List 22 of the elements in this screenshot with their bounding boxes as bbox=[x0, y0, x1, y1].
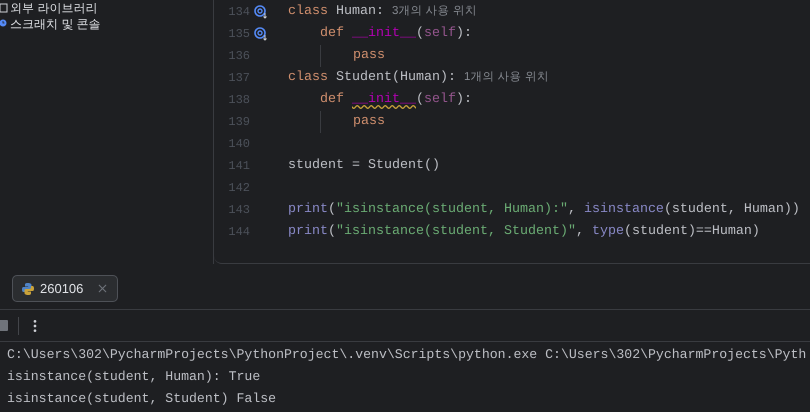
code-line: class Student(Human): bbox=[288, 69, 456, 87]
python-icon bbox=[21, 282, 35, 296]
console-line: isinstance(student, Student) False bbox=[6, 390, 276, 408]
library-icon bbox=[0, 3, 8, 13]
code-line: pass bbox=[320, 111, 385, 133]
code-line: student = Student() bbox=[288, 157, 440, 175]
console-line: isinstance(student, Human): True bbox=[6, 368, 260, 386]
code-line: pass bbox=[320, 45, 385, 67]
project-tree-item[interactable]: 스크래치 및 콘솔 bbox=[0, 16, 213, 32]
run-tab[interactable]: 260106 bbox=[12, 275, 118, 302]
code-line: def __init__(self): bbox=[319, 25, 472, 43]
override-marker-icon[interactable] bbox=[254, 27, 268, 41]
usage-hint[interactable]: 1개의 사용 위치 bbox=[464, 69, 549, 87]
override-marker-icon[interactable] bbox=[254, 5, 268, 19]
console-line: C:\Users\302\PycharmProjects\PythonProject\.venv\Scripts\python.exe C:\Users\302\PycharmProjects\Pyth bbox=[6, 346, 806, 364]
code-line: def __init__(self): bbox=[319, 91, 472, 109]
usage-hint[interactable]: 3개의 사용 위치 bbox=[392, 3, 477, 21]
project-tree-item[interactable]: 외부 라이브러리 bbox=[0, 0, 213, 16]
code-line: print("isinstance(student, Human):", isinstance(student, Human)) bbox=[288, 201, 800, 219]
code-line: class Human: bbox=[288, 3, 384, 21]
code-line: print("isinstance(student, Student)", type(student)==Human) bbox=[288, 223, 760, 241]
close-icon[interactable] bbox=[96, 282, 110, 295]
